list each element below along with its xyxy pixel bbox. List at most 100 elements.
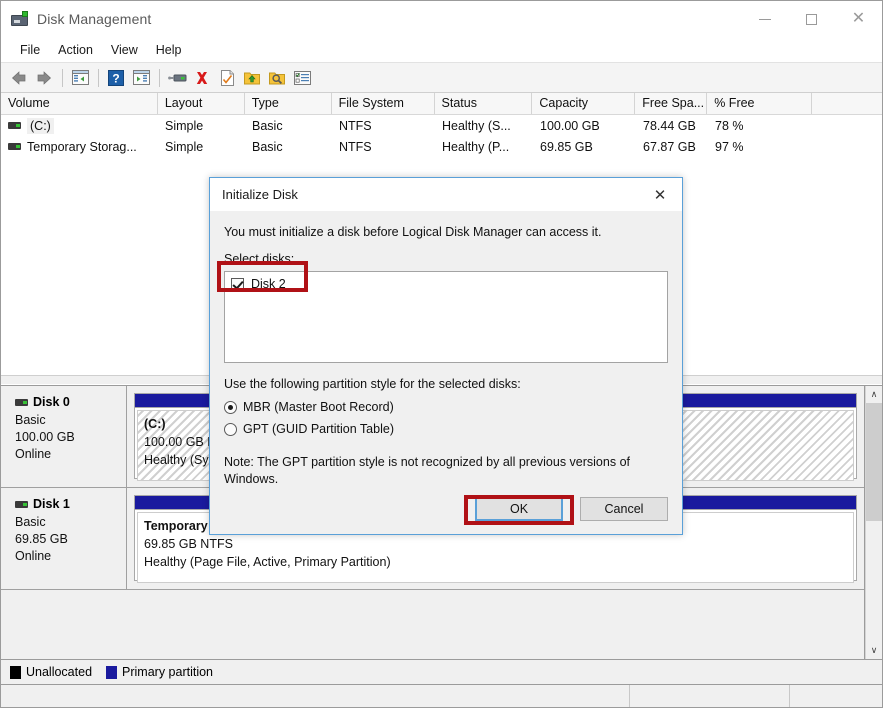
cell-file-system: NTFS — [339, 139, 372, 154]
mbr-radio-button[interactable] — [224, 400, 237, 414]
column-header-free-space[interactable]: Free Spa... — [635, 93, 708, 114]
disk-type-label: Basic — [15, 413, 46, 427]
scroll-down-icon[interactable]: ∨ — [866, 642, 882, 659]
show-hide-console-tree-icon[interactable] — [68, 66, 92, 90]
dialog-title: Initialize Disk — [222, 187, 298, 202]
cell-capacity: 100.00 GB — [540, 118, 600, 133]
minimize-button[interactable] — [741, 1, 788, 37]
gpt-label: GPT (GUID Partition Table) — [243, 422, 394, 436]
toolbar-separator — [98, 68, 99, 87]
disk-status-label: Online — [15, 549, 52, 563]
rescan-disks-icon[interactable] — [165, 66, 189, 90]
column-header-layout[interactable]: Layout — [158, 93, 245, 114]
column-header-volume[interactable]: Volume — [1, 93, 158, 114]
forward-icon[interactable] — [32, 66, 56, 90]
dialog-intro-text: You must initialize a disk before Logica… — [224, 225, 602, 239]
cell-file-system: NTFS — [339, 118, 372, 133]
help-icon[interactable]: ? — [104, 66, 128, 90]
cell-volume: Temporary Storag... — [1, 136, 158, 157]
disk-status-label: Online — [15, 447, 52, 461]
dialog-close-icon[interactable]: ✕ — [638, 178, 682, 211]
column-header-type[interactable]: Type — [245, 93, 332, 114]
cell-type: Basic — [252, 139, 283, 154]
toolbar: ? — [1, 63, 882, 93]
select-disks-label: Select disks: — [224, 252, 295, 266]
legend-swatch-primary-partition — [106, 665, 118, 679]
show-hide-action-pane-icon[interactable] — [129, 66, 153, 90]
disk-info-0[interactable]: Disk 0 Basic 100.00 GB Online — [1, 386, 127, 487]
maximize-button[interactable] — [788, 1, 835, 37]
disk-title-1: Disk 1 — [15, 497, 126, 511]
disk-2-checkbox[interactable] — [231, 277, 244, 291]
partition-size: 69.85 GB NTFS — [144, 537, 233, 551]
disk-icon — [15, 500, 28, 508]
column-header-blank[interactable] — [812, 93, 882, 114]
menu-bar: File Action View Help — [1, 37, 882, 63]
cell-status: Healthy (S... — [442, 118, 511, 133]
initialize-disk-dialog: Initialize Disk ✕ You must initialize a … — [209, 177, 683, 535]
disk-name-label: Disk 0 — [33, 395, 70, 409]
delete-icon[interactable] — [190, 66, 214, 90]
column-header-capacity[interactable]: Capacity — [532, 93, 636, 114]
status-cell-1 — [1, 685, 630, 707]
menu-item-help[interactable]: Help — [147, 40, 191, 60]
disk-management-icon — [11, 11, 29, 27]
svg-text:?: ? — [112, 71, 119, 85]
back-icon[interactable] — [7, 66, 31, 90]
properties-icon[interactable] — [215, 66, 239, 90]
cell-percent-free: 97 % — [715, 139, 744, 154]
legend-label-unallocated: Unallocated — [26, 665, 93, 679]
cell-percent-free: 78 % — [715, 118, 744, 133]
legend-label-primary-partition: Primary partition — [122, 665, 214, 679]
export-list-icon[interactable] — [240, 66, 264, 90]
legend-item-unallocated: Unallocated — [10, 665, 92, 679]
window-title: Disk Management — [37, 11, 152, 27]
cell-volume: (C:) — [1, 115, 158, 136]
status-bar — [1, 684, 882, 707]
radio-option-mbr[interactable]: MBR (Master Boot Record) — [224, 397, 668, 417]
legend: Unallocated Primary partition — [1, 659, 882, 684]
cell-layout: Simple — [165, 139, 204, 154]
window-controls: ✕ — [741, 1, 882, 37]
show-details-icon[interactable] — [290, 66, 314, 90]
legend-item-primary-partition: Primary partition — [106, 665, 213, 679]
table-row[interactable]: (C:) Simple Basic NTFS Healthy (S... 100… — [1, 115, 882, 136]
legend-swatch-unallocated — [10, 665, 21, 679]
disk-type-label: Basic — [15, 515, 46, 529]
cell-free-space: 67.87 GB — [643, 139, 696, 154]
status-cell-2 — [630, 685, 790, 707]
disk-name-label: Disk 1 — [33, 497, 70, 511]
cancel-button[interactable]: Cancel — [580, 497, 668, 521]
partition-health: Healthy (Page File, Active, Primary Part… — [144, 555, 391, 569]
cell-type: Basic — [252, 118, 283, 133]
menu-item-view[interactable]: View — [102, 40, 147, 60]
search-folder-icon[interactable] — [265, 66, 289, 90]
menu-item-action[interactable]: Action — [49, 40, 102, 60]
close-button[interactable]: ✕ — [835, 1, 882, 37]
scrollbar-thumb[interactable] — [866, 403, 882, 521]
column-header-percent-free[interactable]: % Free — [707, 93, 813, 114]
mbr-label: MBR (Master Boot Record) — [243, 400, 394, 414]
radio-option-gpt[interactable]: GPT (GUID Partition Table) — [224, 419, 668, 439]
column-header-status[interactable]: Status — [435, 93, 533, 114]
disk-info-1[interactable]: Disk 1 Basic 69.85 GB Online — [1, 488, 127, 589]
dialog-note-text: Note: The GPT partition style is not rec… — [224, 455, 630, 486]
disk-2-label: Disk 2 — [251, 277, 286, 291]
disk-list-box[interactable]: Disk 2 — [224, 271, 668, 363]
column-header-file-system[interactable]: File System — [332, 93, 435, 114]
disk-list-item[interactable]: Disk 2 — [231, 277, 661, 291]
partition-style-label: Use the following partition style for th… — [224, 377, 521, 391]
toolbar-separator — [62, 68, 63, 87]
status-cell-3 — [790, 685, 882, 707]
scroll-up-icon[interactable]: ∧ — [866, 386, 882, 403]
disk-title-0: Disk 0 — [15, 395, 126, 409]
table-row[interactable]: Temporary Storag... Simple Basic NTFS He… — [1, 136, 882, 157]
cell-capacity: 69.85 GB — [540, 139, 593, 154]
dialog-body: You must initialize a disk before Logica… — [210, 211, 682, 534]
dialog-button-row: OK Cancel — [475, 497, 668, 521]
disk-pane-vertical-scrollbar[interactable]: ∧ ∨ — [865, 386, 882, 659]
gpt-radio-button[interactable] — [224, 422, 237, 436]
ok-button[interactable]: OK — [475, 497, 563, 521]
menu-item-file[interactable]: File — [11, 40, 49, 60]
scrollbar-track[interactable] — [866, 403, 882, 642]
